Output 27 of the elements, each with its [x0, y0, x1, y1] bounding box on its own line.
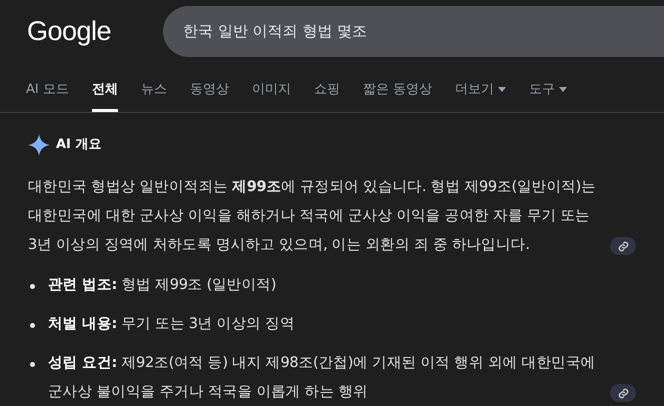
- search-tab[interactable]: AI 모드: [26, 80, 69, 112]
- bullet-icon: [30, 362, 35, 367]
- bullet-icon: [30, 323, 35, 328]
- search-tab[interactable]: 쇼핑: [314, 80, 340, 112]
- search-field[interactable]: 한국 일반 이적죄 형법 몇조: [163, 6, 664, 56]
- link-icon: [618, 240, 628, 252]
- search-tab[interactable]: 이미지: [252, 80, 291, 112]
- link-chip[interactable]: [610, 384, 636, 402]
- caret-icon: [559, 86, 567, 92]
- bullet-text: 처벌 내용: 무기 또는 3년 이상의 징역: [48, 315, 295, 334]
- search-tab[interactable]: 도구: [529, 80, 567, 112]
- bullet-text: 성립 요건: 제92조(여적 등) 내지 제98조(간첩)에 기재된 이적 행위 외에 대한민국에 군사상 불이익을 주거나 적국을 이롭게 하는 행위: [48, 354, 596, 402]
- search-tab[interactable]: 더보기: [455, 80, 506, 112]
- link-icon: [618, 388, 628, 398]
- bullet-text: 관련 법조: 형법 제99조 (일반이적): [48, 276, 276, 295]
- search-tab[interactable]: 동영상: [190, 80, 229, 112]
- sparkle-icon: [28, 134, 50, 156]
- search-tab[interactable]: 뉴스: [140, 80, 167, 112]
- link-chip[interactable]: [610, 237, 636, 255]
- overview-paragraph: 대한민국 형법상 일반이적죄는 제99조에 규정되어 있습니다. 형법 제99조(일반이적)는 대한민국에 대한 군사상 이익을 해하거나 적국에 군사상 이익을 공여한 자를 무기 또는 3년 이상의 징역에 처하도록 명시하고 있으며, 이는 외환의 죄 중 하나입니다.: [28, 178, 597, 255]
- overview-title: AI 개요: [56, 136, 102, 154]
- search-tab[interactable]: 전체: [92, 80, 118, 112]
- bullet-icon: [30, 284, 35, 289]
- logo[interactable]: Google: [27, 10, 163, 52]
- caret-icon: [498, 86, 506, 92]
- search-query: 한국 일반 이적죄 형법 몇조: [183, 20, 368, 42]
- search-tab[interactable]: 짧은 동영상: [362, 80, 432, 112]
